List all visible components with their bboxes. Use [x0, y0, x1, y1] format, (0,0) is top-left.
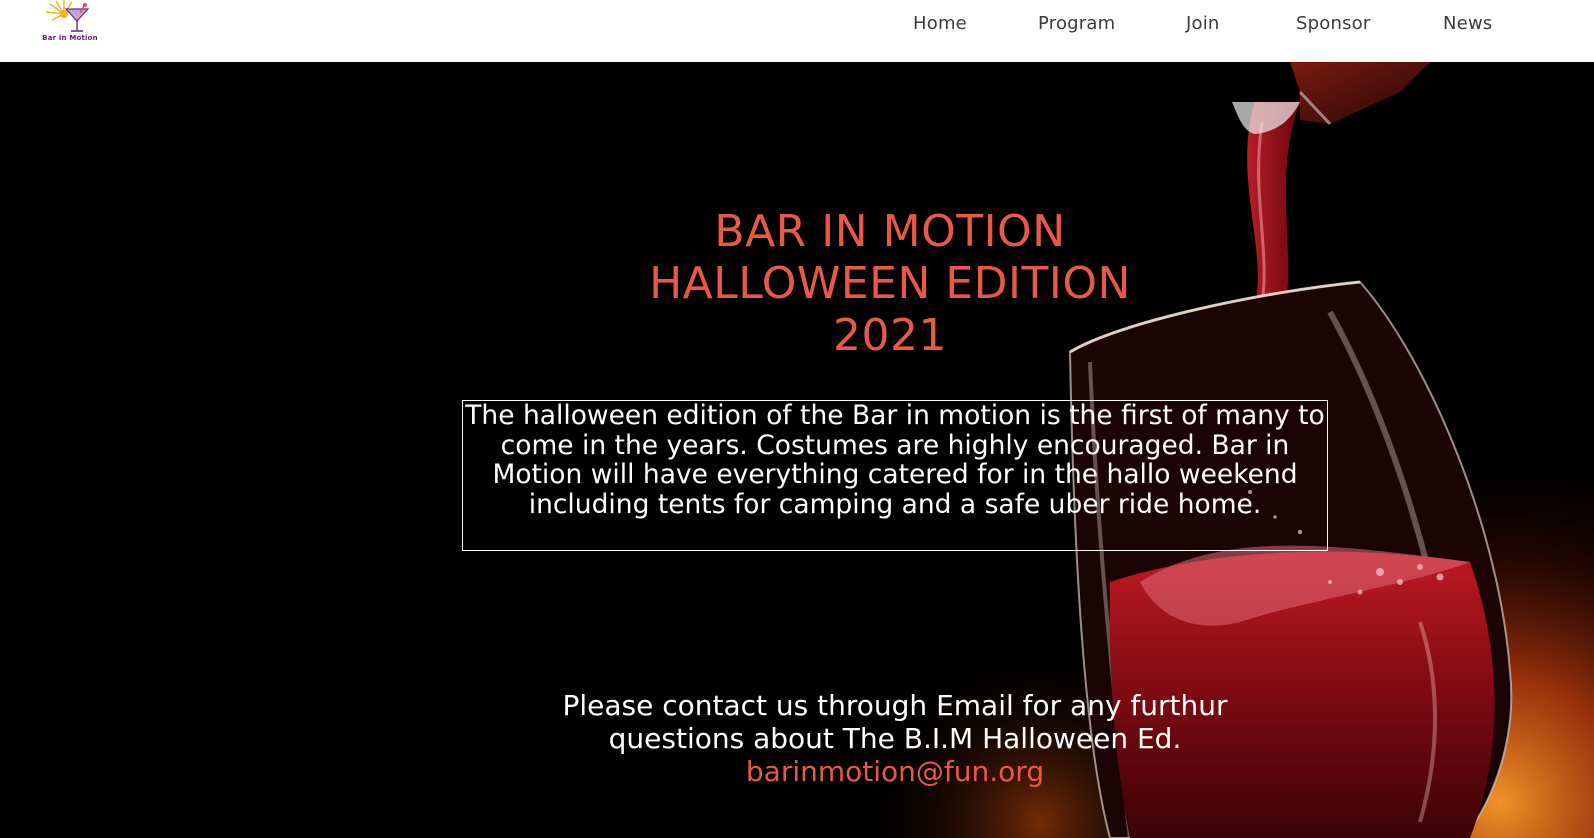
site-header: Bar in Motion Home Program Join Sponsor …	[0, 0, 1594, 62]
nav-home[interactable]: Home	[913, 13, 967, 34]
contact-text-line: Please contact us through Email for any …	[562, 689, 1228, 722]
event-description: The halloween edition of the Bar in moti…	[462, 400, 1328, 551]
nav-sponsor[interactable]: Sponsor	[1296, 13, 1370, 34]
contact-text-line: questions about The B.I.M Halloween Ed.	[608, 722, 1182, 755]
hero-title-line: 2021	[833, 310, 947, 361]
contact-email-link[interactable]: barinmotion@fun.org	[746, 755, 1044, 788]
hero-title-line: BAR IN MOTION	[714, 206, 1066, 257]
nav-join[interactable]: Join	[1186, 13, 1220, 34]
main-nav: Home Program Join Sponsor News	[0, 0, 1594, 46]
nav-news[interactable]: News	[1443, 13, 1492, 34]
contact-block: Please contact us through Email for any …	[500, 689, 1290, 788]
hero-section: BAR IN MOTION HALLOWEEN EDITION 2021 The…	[0, 62, 1594, 838]
hero-title-line: HALLOWEEN EDITION	[649, 258, 1131, 309]
nav-program[interactable]: Program	[1038, 13, 1115, 34]
hero-title: BAR IN MOTION HALLOWEEN EDITION 2021	[560, 206, 1220, 362]
